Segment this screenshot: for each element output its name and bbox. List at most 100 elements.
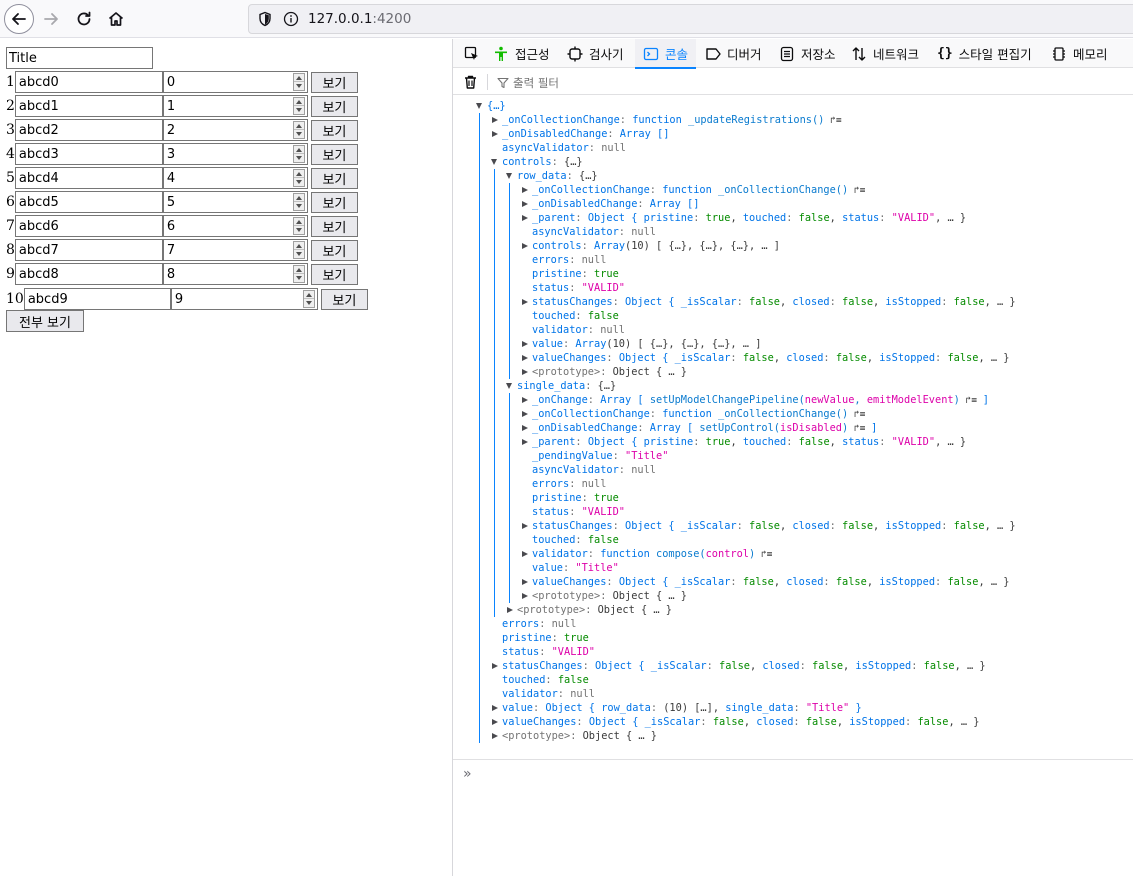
tab-element-picker[interactable] — [459, 39, 485, 68]
row-number-field[interactable] — [162, 167, 308, 189]
console-tree-line[interactable]: statusChanges: Object { _isScalar: false… — [532, 519, 1016, 533]
console-input[interactable]: » — [453, 759, 1133, 876]
console-tree-line[interactable]: _parent: Object { pristine: true, touche… — [532, 435, 966, 449]
console-tree-line[interactable]: valueChanges: Object { _isScalar: false,… — [532, 575, 1009, 589]
console-tree-line[interactable]: <prototype>: Object { … } — [517, 603, 672, 617]
collapsed-twisty-icon[interactable] — [522, 438, 528, 445]
row-view-button[interactable]: 보기 — [310, 239, 358, 261]
row-number-input[interactable] — [163, 192, 292, 212]
console-tree-line[interactable]: <prototype>: Object { … } — [532, 365, 687, 379]
info-icon[interactable] — [283, 11, 299, 27]
collapsed-twisty-icon[interactable] — [522, 298, 528, 305]
forward-button[interactable] — [36, 4, 66, 34]
console-tree-line[interactable]: _onDisabledChange: Array [] — [502, 127, 669, 141]
number-spinner[interactable] — [292, 121, 305, 139]
collapsed-twisty-icon[interactable] — [522, 578, 528, 585]
row-number-field[interactable] — [162, 95, 308, 117]
collapsed-twisty-icon[interactable] — [492, 718, 498, 725]
console-tree-line[interactable]: validator: function compose(control) ↱≡ — [532, 547, 772, 561]
row-number-field[interactable] — [162, 215, 308, 237]
tab-accessibility[interactable]: 접근성 — [493, 39, 550, 68]
row-number-input[interactable] — [163, 144, 292, 164]
spin-down-button[interactable] — [294, 202, 304, 210]
collapsed-twisty-icon[interactable] — [492, 732, 498, 739]
spin-down-button[interactable] — [294, 178, 304, 186]
spin-up-button[interactable] — [293, 146, 304, 154]
spin-down-button[interactable] — [294, 226, 304, 234]
collapsed-twisty-icon[interactable] — [522, 550, 528, 557]
row-view-button[interactable]: 보기 — [310, 215, 358, 237]
collapsed-twisty-icon[interactable] — [522, 242, 528, 249]
expanded-twisty-icon[interactable] — [506, 383, 512, 389]
row-name-input[interactable] — [14, 263, 163, 285]
spin-up-button[interactable] — [293, 122, 304, 130]
row-name-input[interactable] — [14, 215, 163, 237]
console-tree-line[interactable]: statusChanges: Object { _isScalar: false… — [502, 659, 986, 673]
console-tree-line[interactable]: value: Array(10) [ {…}, {…}, {…}, … ] — [532, 337, 761, 351]
spin-down-button[interactable] — [294, 106, 304, 114]
collapsed-twisty-icon[interactable] — [522, 592, 528, 599]
collapsed-twisty-icon[interactable] — [492, 130, 498, 137]
tab-console[interactable]: 콘솔 — [635, 39, 697, 69]
collapsed-twisty-icon[interactable] — [507, 606, 513, 613]
console-tree-line[interactable]: value: Object { row_data: (10) […], sing… — [502, 701, 862, 715]
row-view-button[interactable]: 보기 — [320, 288, 368, 310]
shield-icon[interactable] — [257, 11, 273, 27]
row-number-input[interactable] — [163, 120, 292, 140]
tab-inspector[interactable]: 검사기 — [567, 39, 624, 68]
expanded-twisty-icon[interactable] — [491, 159, 497, 165]
number-spinner[interactable] — [292, 241, 305, 259]
collapsed-twisty-icon[interactable] — [492, 116, 498, 123]
row-name-input[interactable] — [14, 167, 163, 189]
collapsed-twisty-icon[interactable] — [522, 214, 528, 221]
spin-up-button[interactable] — [293, 266, 304, 274]
view-all-button[interactable]: 전부 보기 — [6, 310, 84, 332]
spin-up-button[interactable] — [293, 98, 304, 106]
tab-network[interactable]: 네트워크 — [851, 39, 919, 68]
row-view-button[interactable]: 보기 — [310, 143, 358, 165]
console-tree-line[interactable]: _onCollectionChange: function _onCollect… — [532, 183, 865, 197]
row-number-field[interactable] — [170, 288, 318, 310]
row-number-input[interactable] — [163, 72, 292, 92]
collapsed-twisty-icon[interactable] — [522, 368, 528, 375]
row-number-input[interactable] — [163, 264, 292, 284]
tab-memory[interactable]: 메모리 — [1051, 39, 1108, 68]
expanded-twisty-icon[interactable] — [506, 173, 512, 179]
console-tree-line[interactable]: _onCollectionChange: function _onCollect… — [532, 407, 865, 421]
number-spinner[interactable] — [302, 290, 315, 308]
console-tree-line[interactable]: row_data: {…} — [517, 169, 598, 183]
console-tree-line[interactable]: _onDisabledChange: Array [ setUpControl(… — [532, 421, 877, 435]
row-number-input[interactable] — [171, 289, 300, 309]
collapsed-twisty-icon[interactable] — [522, 424, 528, 431]
title-input[interactable] — [6, 47, 153, 69]
spin-up-button[interactable] — [293, 194, 304, 202]
row-number-field[interactable] — [162, 263, 308, 285]
output-filter-input[interactable]: 출력 필터 — [497, 75, 559, 91]
console-tree-line[interactable]: <prototype>: Object { … } — [532, 589, 687, 603]
row-name-input[interactable] — [14, 71, 163, 93]
console-tree-line[interactable]: single_data: {…} — [517, 379, 616, 393]
console-tree-line[interactable]: _parent: Object { pristine: true, touche… — [532, 211, 966, 225]
expanded-twisty-icon[interactable] — [476, 103, 482, 109]
row-number-field[interactable] — [162, 191, 308, 213]
console-tree-line[interactable]: <prototype>: Object { … } — [502, 729, 657, 743]
spin-down-button[interactable] — [304, 299, 314, 307]
row-view-button[interactable]: 보기 — [310, 191, 358, 213]
console-tree-line[interactable]: controls: {…} — [502, 155, 583, 169]
home-button[interactable] — [101, 4, 131, 34]
row-name-input[interactable] — [14, 191, 163, 213]
console-tree-line[interactable]: controls: Array(10) [ {…}, {…}, {…}, … ] — [532, 239, 780, 253]
spin-down-button[interactable] — [294, 130, 304, 138]
number-spinner[interactable] — [292, 169, 305, 187]
collapsed-twisty-icon[interactable] — [522, 522, 528, 529]
row-name-input[interactable] — [23, 288, 171, 310]
row-view-button[interactable]: 보기 — [310, 71, 358, 93]
collapsed-twisty-icon[interactable] — [522, 354, 528, 361]
reload-button[interactable] — [69, 4, 99, 34]
tab-storage[interactable]: 저장소 — [779, 39, 836, 68]
spin-up-button[interactable] — [293, 242, 304, 250]
row-view-button[interactable]: 보기 — [310, 167, 358, 189]
tab-style-editor[interactable]: {} 스타일 편집기 — [937, 39, 1032, 68]
spin-up-button[interactable] — [303, 291, 314, 299]
row-view-button[interactable]: 보기 — [310, 119, 358, 141]
